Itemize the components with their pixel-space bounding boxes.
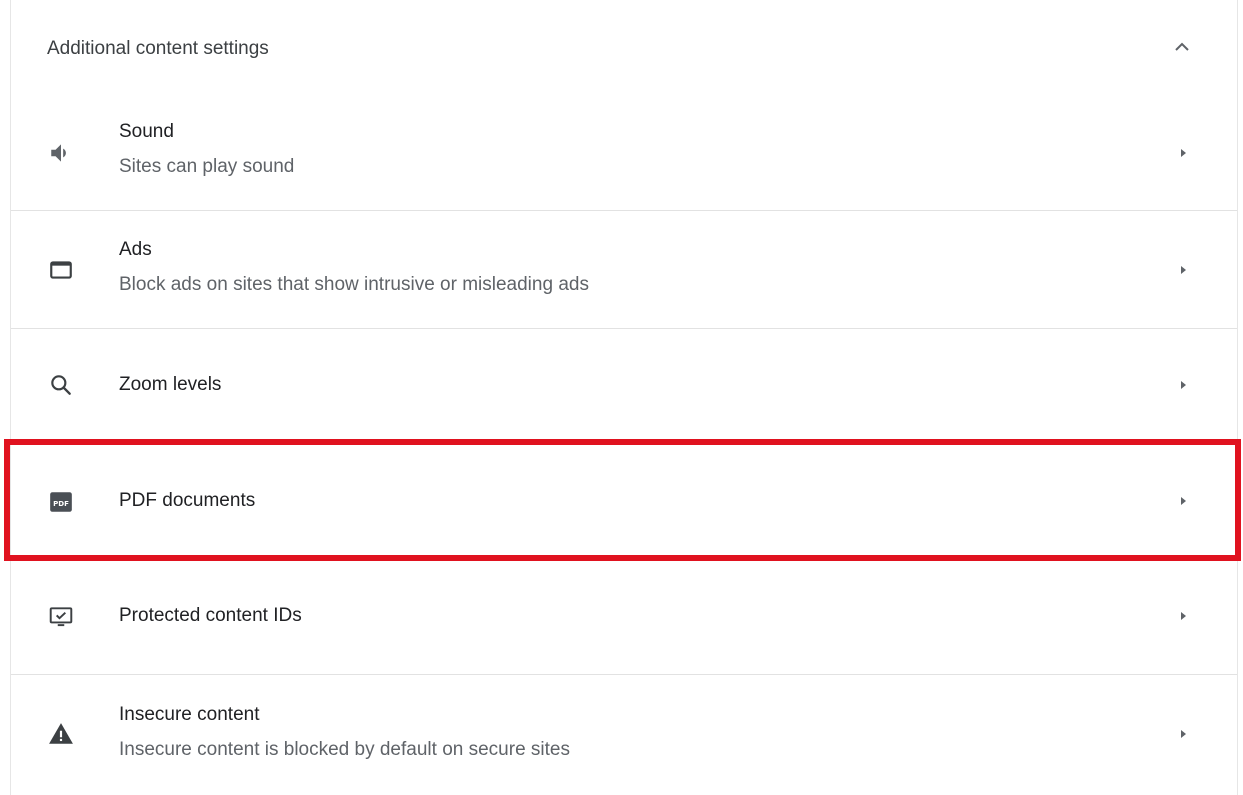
additional-content-settings-panel: Additional content settings Sound Sites … [10,0,1238,795]
row-ads[interactable]: Ads Block ads on sites that show intrusi… [11,210,1237,328]
row-title: Sound [119,121,174,142]
row-title: Ads [119,239,152,260]
row-pdf-documents[interactable]: PDF PDF documents [11,441,1237,559]
row-title: Protected content IDs [119,605,302,626]
row-protected-content-ids[interactable]: Protected content IDs [11,559,1237,674]
svg-text:PDF: PDF [53,499,69,508]
row-subtitle: Block ads on sites that show intrusive o… [119,274,589,295]
row-text: Protected content IDs [119,604,302,628]
row-text: Sound Sites can play sound [119,120,294,179]
section-header[interactable]: Additional content settings [11,0,1237,98]
row-insecure-content[interactable]: Insecure content Insecure content is blo… [11,674,1237,795]
row-title: PDF documents [119,490,256,511]
row-sound[interactable]: Sound Sites can play sound [11,98,1237,210]
row-text: Zoom levels [119,373,221,397]
section-title: Additional content settings [47,38,269,59]
pdf-icon: PDF [48,489,74,515]
row-zoom-levels[interactable]: Zoom levels [11,328,1237,441]
row-text: PDF documents [119,489,255,513]
chevron-up-icon[interactable] [1173,38,1191,56]
warning-icon [48,721,74,747]
row-subtitle: Sites can play sound [119,156,295,177]
search-icon [48,372,74,398]
arrow-right-icon[interactable] [1177,494,1189,508]
arrow-right-icon[interactable] [1177,146,1189,160]
row-title: Insecure content [119,704,260,725]
arrow-right-icon[interactable] [1177,378,1189,392]
speaker-icon [48,140,74,166]
row-title: Zoom levels [119,374,222,395]
arrow-right-icon[interactable] [1177,727,1189,741]
window-icon [48,257,74,283]
row-text: Insecure content Insecure content is blo… [119,703,570,762]
arrow-right-icon[interactable] [1177,263,1189,277]
row-subtitle: Insecure content is blocked by default o… [119,739,570,760]
row-text: Ads Block ads on sites that show intrusi… [119,238,589,297]
monitor-check-icon [48,604,74,630]
arrow-right-icon[interactable] [1177,609,1189,623]
